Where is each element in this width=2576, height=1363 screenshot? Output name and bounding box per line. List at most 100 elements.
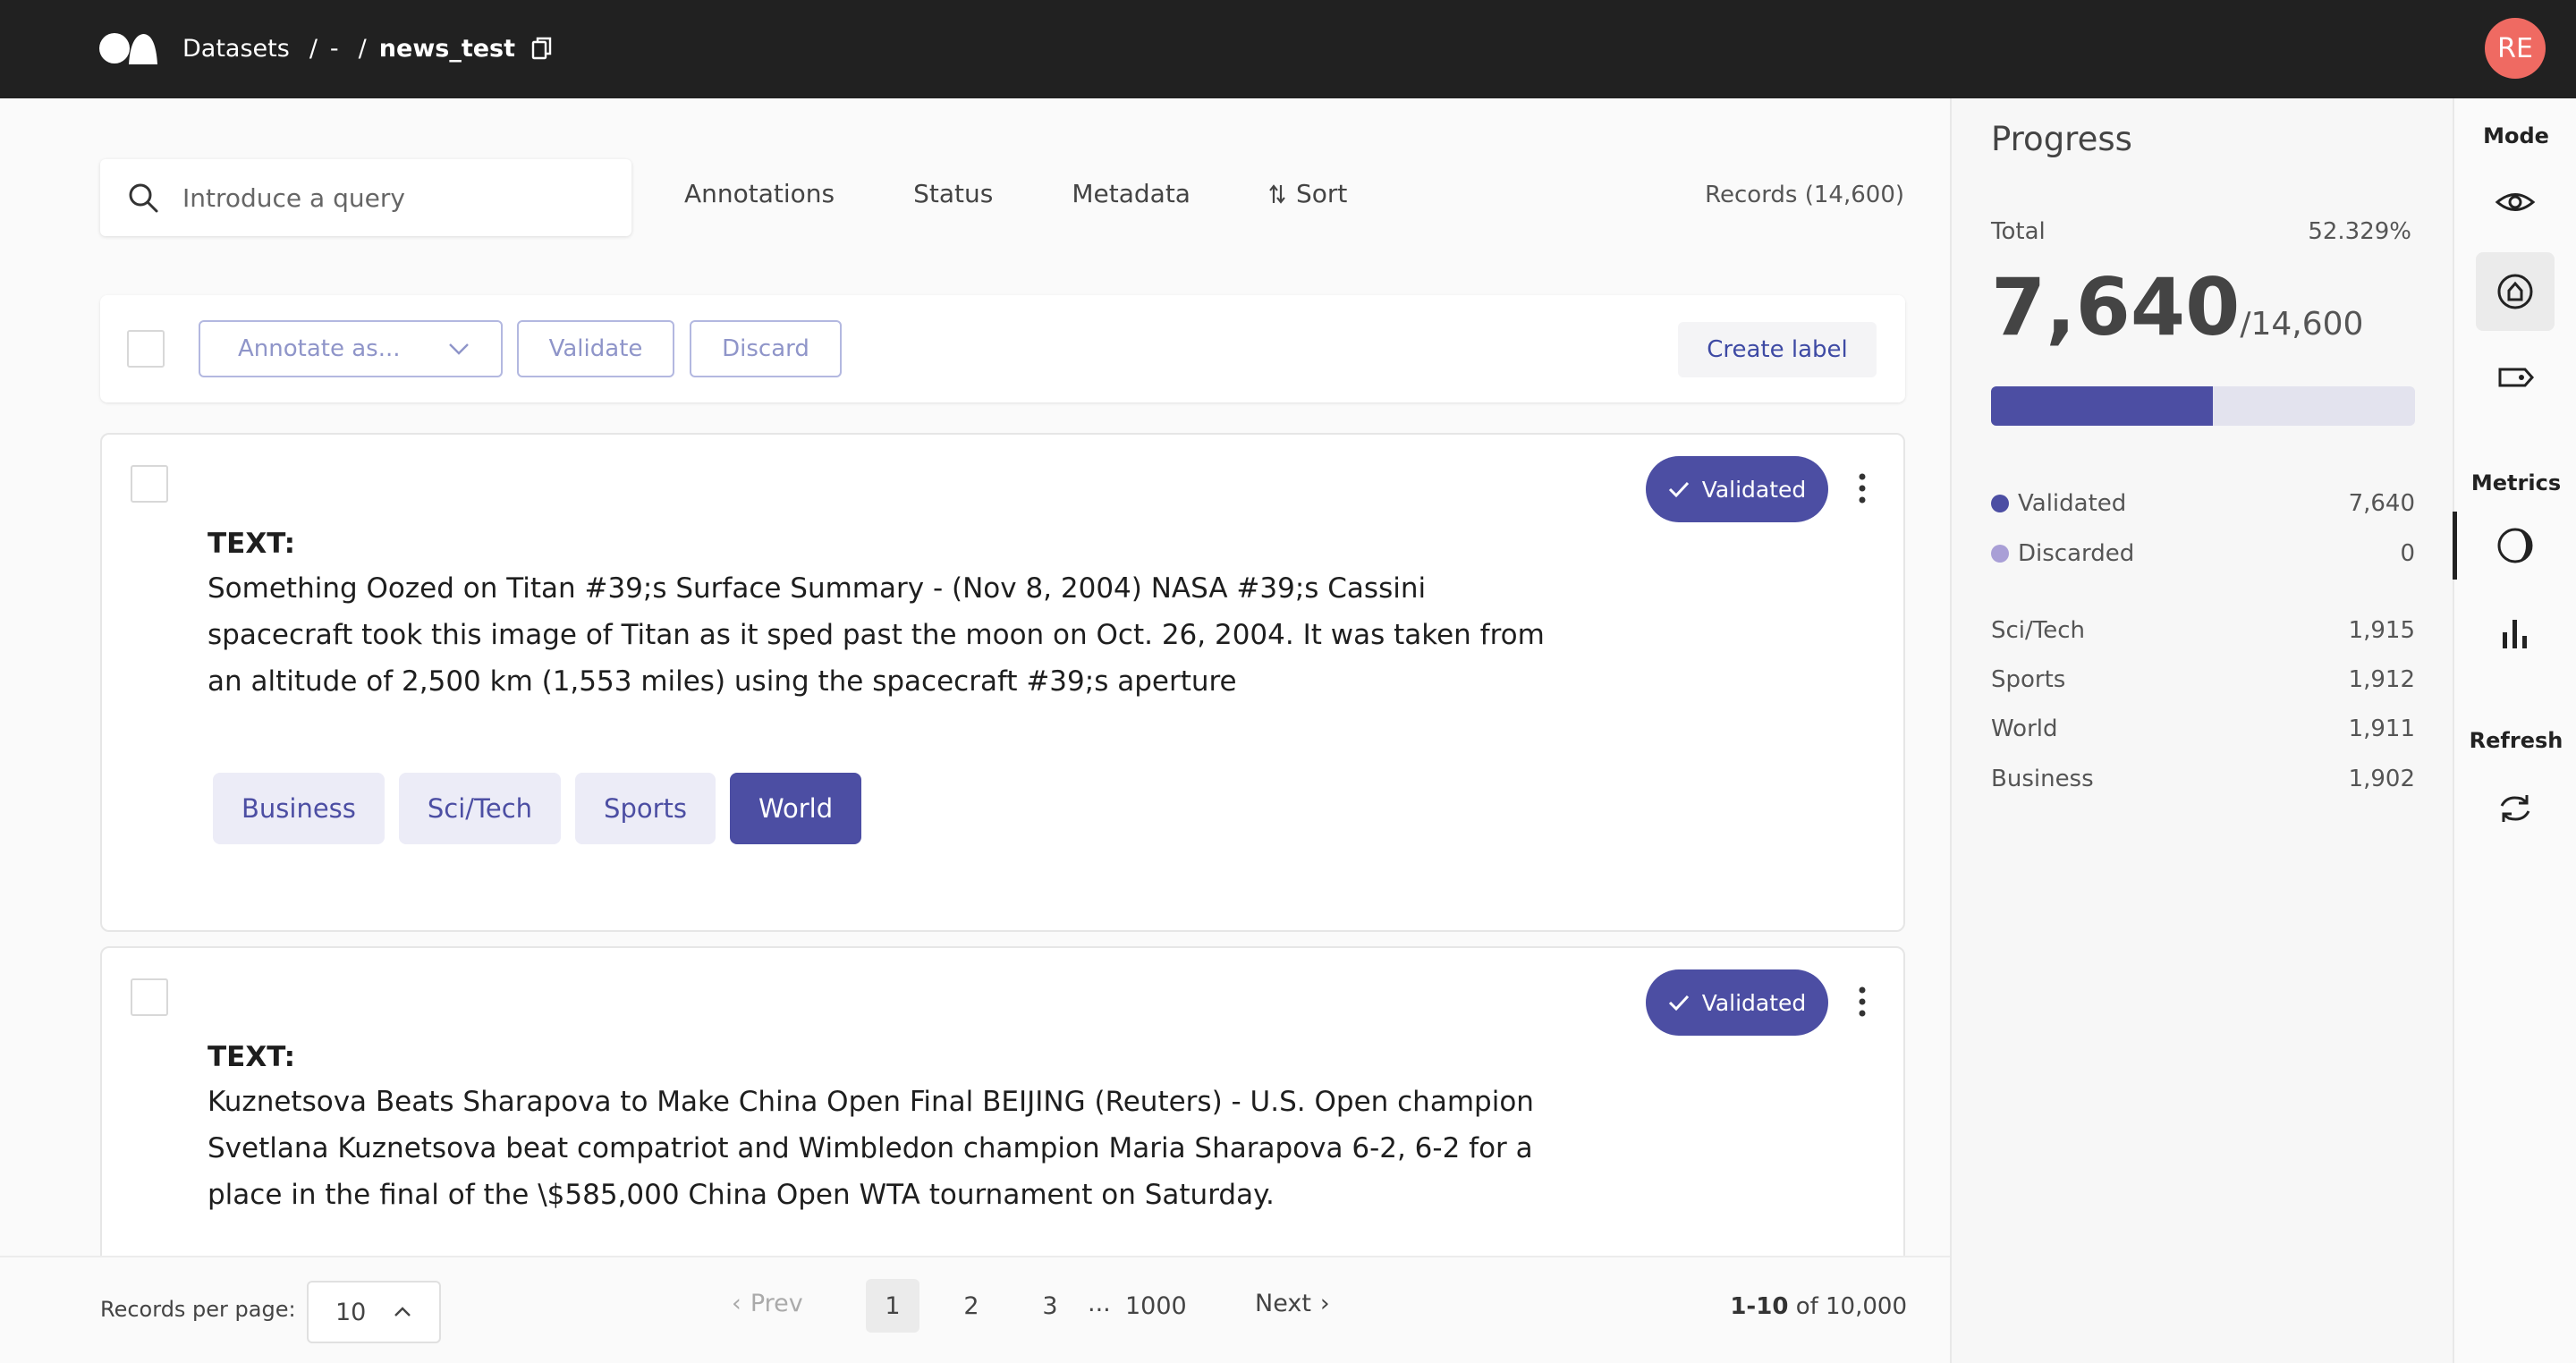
search-input[interactable] <box>182 182 612 213</box>
active-metric-indicator <box>2453 512 2457 580</box>
annotate-as-dropdown[interactable]: Annotate as... <box>199 320 503 377</box>
explore-mode-button[interactable] <box>2476 163 2555 241</box>
status-badge: Validated <box>1646 969 1828 1036</box>
breadcrumb-workspace[interactable]: - <box>330 35 339 63</box>
label-stat: Business 1,902 <box>1991 766 2415 792</box>
label-stat-value: 1,912 <box>2348 666 2415 693</box>
progress-metrics-button[interactable] <box>2476 506 2555 585</box>
progress-icon <box>2497 528 2533 563</box>
records-per-page-value: 10 <box>335 1298 367 1326</box>
chevron-up-icon <box>394 1307 411 1316</box>
tag-icon <box>2498 368 2535 387</box>
metrics-section-label: Metrics <box>2470 470 2562 495</box>
breadcrumb-datasets[interactable]: Datasets <box>182 35 290 63</box>
pagination-bar: Records per page: 10 ‹ Prev 1 2 3 ... 10… <box>0 1256 1950 1363</box>
filter-annotations[interactable]: Annotations <box>684 179 835 208</box>
total-percent: 52.329% <box>2308 218 2411 245</box>
sort-label: Sort <box>1295 179 1348 208</box>
create-label-button[interactable]: Create label <box>1678 322 1877 377</box>
annotated-count: 7,640 /14,600 <box>1991 261 2363 353</box>
mode-section-label: Mode <box>2483 123 2549 148</box>
field-name: TEXT: <box>208 1041 296 1073</box>
page-ellipsis: ... <box>1088 1290 1111 1317</box>
sort-button[interactable]: Sort <box>1269 179 1347 208</box>
chevron-down-icon <box>449 343 469 355</box>
status-badge-label: Validated <box>1701 476 1807 503</box>
label-scitech[interactable]: Sci/Tech <box>398 773 562 844</box>
labelling-rules-button[interactable] <box>2476 338 2555 417</box>
prev-page-button[interactable]: ‹ Prev <box>732 1290 803 1317</box>
argilla-logo[interactable] <box>98 30 159 66</box>
discarded-label: Discarded <box>2018 540 2135 567</box>
refresh-button[interactable] <box>2476 769 2555 848</box>
progress-panel: Progress Total 52.329% 7,640 /14,600 Val… <box>1950 98 2453 1363</box>
filter-bar: Annotations Status Metadata Sort <box>684 179 1347 208</box>
progress-bar <box>1991 386 2415 426</box>
search-box[interactable] <box>100 159 631 236</box>
annotated-number: 7,640 <box>1991 261 2241 353</box>
check-icon <box>1668 481 1689 498</box>
label-stat: World 1,911 <box>1991 715 2415 742</box>
progress-bar-fill <box>1991 386 2214 426</box>
chevron-right-icon: › <box>1319 1290 1330 1317</box>
annotate-as-label: Annotate as... <box>238 335 401 362</box>
discarded-dot <box>1991 545 2009 563</box>
annotate-icon <box>2497 274 2533 309</box>
page-range: 1-10 of 10,000 <box>1730 1293 1907 1320</box>
user-avatar[interactable]: RE <box>2485 18 2546 79</box>
sort-icon <box>1269 183 1285 204</box>
label-stat-value: 1,915 <box>2348 617 2415 644</box>
page-button-3[interactable]: 3 <box>1023 1279 1077 1333</box>
records-per-page-select[interactable]: 10 <box>307 1281 441 1343</box>
validated-label: Validated <box>2018 490 2127 517</box>
eye-icon <box>2495 193 2536 211</box>
page-button-1[interactable]: 1 <box>866 1279 919 1333</box>
refresh-icon <box>2500 795 2530 822</box>
label-sports[interactable]: Sports <box>575 773 716 844</box>
next-label: Next <box>1255 1290 1311 1317</box>
records-count: Records (14,600) <box>1705 182 1904 208</box>
label-stat: Sci/Tech 1,915 <box>1991 617 2415 644</box>
top-bar: Datasets / - / news_test RE <box>0 0 2576 98</box>
total-label: Total <box>1991 218 2046 245</box>
discarded-stat: Discarded 0 <box>1991 540 2415 567</box>
chevron-left-icon: ‹ <box>732 1290 741 1317</box>
breadcrumb-separator: / <box>358 34 367 63</box>
label-business[interactable]: Business <box>213 773 385 844</box>
status-badge-label: Validated <box>1701 989 1807 1016</box>
filter-metadata[interactable]: Metadata <box>1072 179 1191 208</box>
record-text: Something Oozed on Titan #39;s Surface S… <box>208 572 1545 698</box>
page-range-total: of 10,000 <box>1795 1293 1907 1320</box>
prev-label: Prev <box>750 1290 803 1317</box>
label-stat-name: World <box>1991 715 2058 742</box>
records-main: Annotations Status Metadata Sort Records… <box>0 98 1950 1363</box>
check-icon <box>1668 995 1689 1012</box>
bulk-actions-bar: Annotate as... Validate Discard Create l… <box>100 295 1905 402</box>
copy-icon[interactable] <box>531 37 553 60</box>
bulk-discard-button[interactable]: Discard <box>690 320 842 377</box>
filter-status[interactable]: Status <box>913 179 993 208</box>
more-options-icon[interactable] <box>1857 986 1868 1018</box>
total-number: /14,600 <box>2240 306 2364 343</box>
label-stat-value: 1,902 <box>2348 766 2415 792</box>
annotate-mode-button[interactable] <box>2476 252 2555 331</box>
label-options: Business Sci/Tech Sports World <box>213 773 862 844</box>
record-checkbox[interactable] <box>131 465 168 503</box>
stats-metrics-button[interactable] <box>2476 594 2555 673</box>
page-button-2[interactable]: 2 <box>945 1279 998 1333</box>
more-options-icon[interactable] <box>1857 472 1868 504</box>
bulk-validate-button[interactable]: Validate <box>517 320 674 377</box>
label-world[interactable]: World <box>730 773 862 844</box>
select-all-checkbox[interactable] <box>127 330 165 368</box>
validated-dot <box>1991 495 2009 512</box>
breadcrumb: Datasets / - / news_test <box>182 30 553 66</box>
search-icon <box>129 183 158 213</box>
page-button-last[interactable]: 1000 <box>1125 1279 1187 1333</box>
record-text: Kuznetsova Beats Sharapova to Make China… <box>208 1086 1534 1211</box>
validated-value: 7,640 <box>2348 490 2415 517</box>
record-checkbox[interactable] <box>131 978 168 1016</box>
sidebar-rail: Mode Metrics Refresh <box>2453 98 2576 1363</box>
next-page-button[interactable]: Next › <box>1255 1290 1330 1317</box>
page-range-current: 1-10 <box>1730 1293 1789 1320</box>
label-stat-value: 1,911 <box>2348 715 2415 742</box>
